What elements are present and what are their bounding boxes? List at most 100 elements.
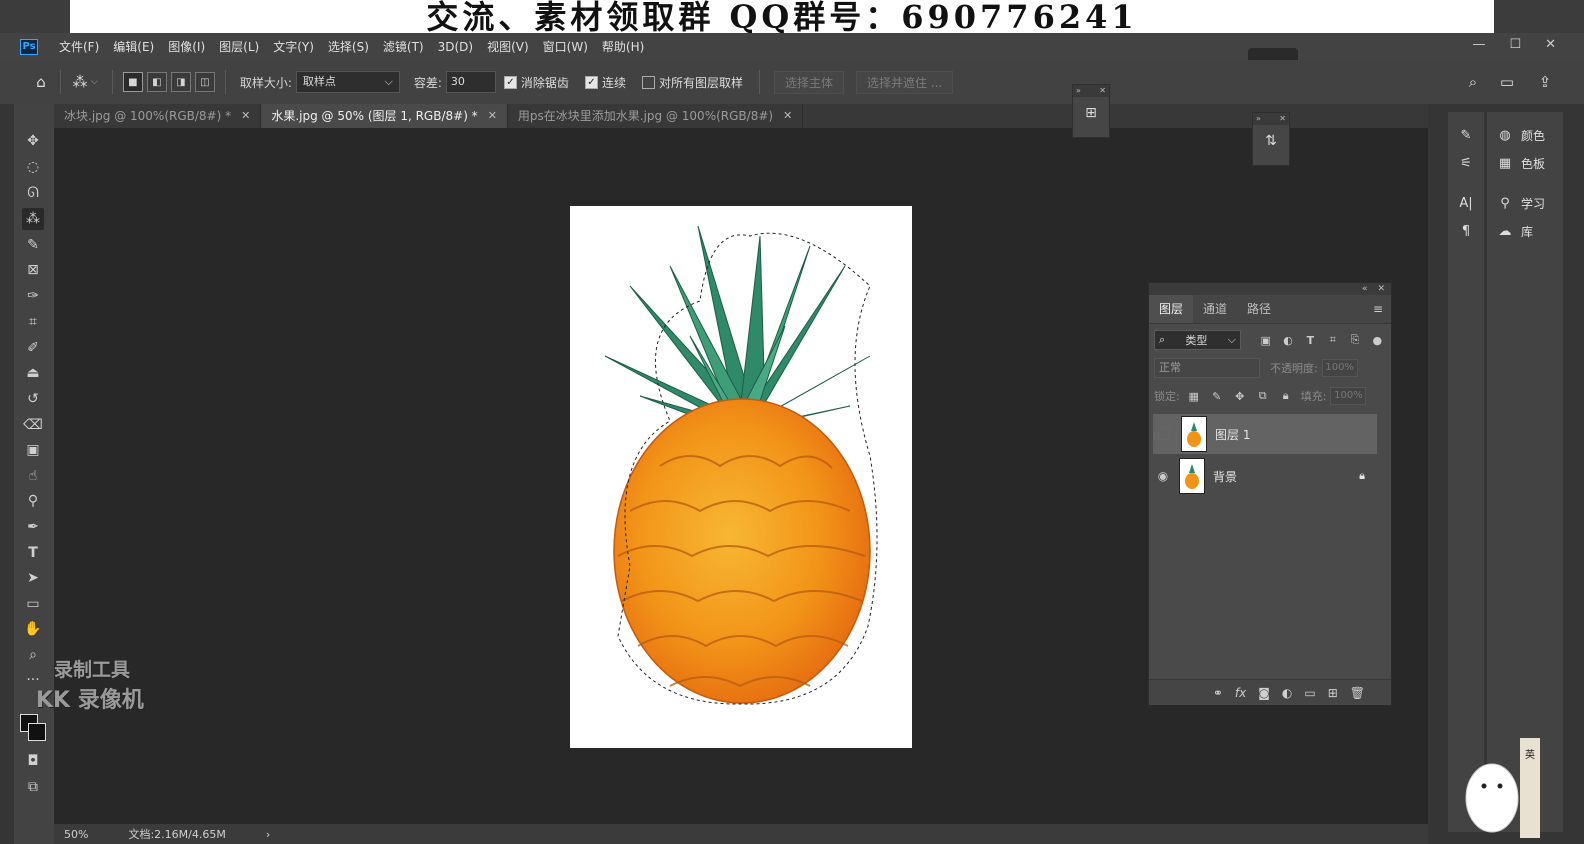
zoom-level[interactable]: 50%: [64, 828, 88, 841]
frame-icon[interactable]: ⊠: [22, 259, 44, 281]
new-layer-icon[interactable]: ⊞: [1328, 686, 1338, 700]
brush-icon[interactable]: ✐: [22, 337, 44, 359]
lock-transparent-icon[interactable]: ▦: [1185, 390, 1203, 403]
path-select-icon[interactable]: ➤: [22, 567, 44, 589]
lock-image-icon[interactable]: ✎: [1208, 390, 1226, 403]
menu-layer[interactable]: 图层(L): [212, 38, 266, 55]
visibility-toggle-off[interactable]: [1158, 428, 1170, 440]
crop-icon[interactable]: ⌗: [22, 311, 44, 333]
background-color-swatch[interactable]: [28, 723, 46, 741]
layer-name[interactable]: 图层 1: [1215, 426, 1250, 443]
sample-size-dropdown[interactable]: 取样点 ⌵: [295, 71, 400, 93]
dodge-icon[interactable]: ⚲: [22, 490, 44, 512]
opacity-input[interactable]: 100%: [1321, 359, 1358, 377]
tab-layers[interactable]: 图层: [1149, 295, 1194, 323]
chevron-down-icon[interactable]: ⌵: [91, 77, 98, 87]
maximize-button[interactable]: ☐: [1509, 37, 1521, 52]
menu-image[interactable]: 图像(I): [161, 38, 212, 55]
search-icon[interactable]: ⌕: [1462, 71, 1484, 93]
menu-select[interactable]: 选择(S): [321, 38, 376, 55]
gradient-icon[interactable]: ▣: [22, 439, 44, 461]
adjustment-layer-icon[interactable]: ◐: [1282, 686, 1292, 700]
paragraph-icon[interactable]: ¶: [1456, 222, 1476, 240]
eyedropper-icon[interactable]: ✑: [22, 285, 44, 307]
swatches-panel-button[interactable]: ▦ 色板: [1495, 154, 1545, 172]
tolerance-input[interactable]: 30: [445, 71, 496, 93]
select-subject-button[interactable]: 选择主体: [773, 70, 844, 94]
layer-name[interactable]: 背景: [1213, 468, 1237, 485]
menu-type[interactable]: 文字(Y): [266, 38, 321, 55]
blend-mode-dropdown[interactable]: 正常: [1154, 358, 1260, 378]
fx-icon[interactable]: fx: [1235, 686, 1246, 700]
lasso-icon[interactable]: ᘏ: [22, 182, 44, 204]
close-icon[interactable]: ✕: [488, 104, 497, 128]
collapse-icon[interactable]: «: [1362, 283, 1368, 295]
trash-icon[interactable]: 🗑︎: [1350, 686, 1365, 700]
add-selection-button[interactable]: ◧: [146, 72, 167, 92]
adjustments-icon[interactable]: ⚟: [1456, 154, 1476, 172]
select-and-mask-button[interactable]: 选择并遮住 ...: [855, 70, 954, 94]
menu-window[interactable]: 窗口(W): [536, 38, 595, 55]
lock-position-icon[interactable]: ✥: [1231, 390, 1249, 403]
close-icon[interactable]: ✕: [1099, 85, 1106, 97]
tab-fruit-doc[interactable]: 水果.jpg @ 50% (图层 1, RGB/8#) * ✕: [261, 104, 508, 128]
eraser-icon[interactable]: ⌫: [22, 414, 44, 436]
menu-edit[interactable]: 编辑(E): [106, 38, 161, 55]
menu-filter[interactable]: 滤镜(T): [376, 38, 431, 55]
expand-icon[interactable]: »: [1076, 85, 1081, 97]
character-icon[interactable]: A|: [1456, 194, 1476, 212]
stamp-icon[interactable]: ⏏: [22, 362, 44, 384]
filter-toggle-icon[interactable]: ●: [1369, 334, 1386, 347]
magic-wand-icon[interactable]: ⁂: [22, 208, 44, 230]
subtract-selection-button[interactable]: ◨: [170, 72, 191, 92]
marquee-icon[interactable]: ◌: [22, 156, 44, 178]
color-panel-button[interactable]: ◍ 颜色: [1495, 126, 1545, 144]
adjustment-filter-icon[interactable]: ◐: [1279, 334, 1296, 347]
smudge-icon[interactable]: ☝: [22, 465, 44, 487]
close-icon[interactable]: ✕: [1279, 113, 1286, 125]
move-icon[interactable]: ✥: [22, 130, 44, 152]
type-icon[interactable]: T: [22, 542, 44, 564]
menu-view[interactable]: 视图(V): [480, 38, 536, 55]
antialias-checkbox[interactable]: ✓ 消除锯齿: [503, 74, 569, 91]
history-icon[interactable]: ⇅: [1253, 133, 1289, 149]
menu-help[interactable]: 帮助(H): [595, 38, 651, 55]
libraries-panel-button[interactable]: ☁ 库: [1495, 222, 1534, 240]
tab-tutorial-doc[interactable]: 用ps在冰块里添加水果.jpg @ 100%(RGB/8#) ✕: [508, 104, 804, 128]
close-icon[interactable]: ✕: [783, 104, 792, 128]
expand-icon[interactable]: »: [1256, 113, 1261, 125]
chevron-right-icon[interactable]: ›: [266, 828, 270, 841]
tab-channels[interactable]: 通道: [1193, 295, 1237, 323]
new-group-icon[interactable]: ▭: [1304, 686, 1315, 700]
shape-filter-icon[interactable]: ⌗: [1324, 333, 1341, 347]
new-selection-button[interactable]: ■: [122, 72, 143, 92]
eye-icon[interactable]: ◉: [1153, 469, 1173, 483]
quick-mask-icon[interactable]: ◘: [22, 750, 44, 772]
share-icon[interactable]: ⇪: [1534, 71, 1556, 93]
layer-row-background[interactable]: ◉ 背景 🔒︎: [1153, 456, 1377, 496]
tab-paths[interactable]: 路径: [1237, 295, 1281, 323]
close-icon[interactable]: ✕: [1377, 283, 1385, 295]
magic-wand-preset-icon[interactable]: ⁂: [69, 71, 91, 93]
properties-icon[interactable]: ⊞: [1073, 105, 1109, 121]
type-filter-icon[interactable]: T: [1302, 334, 1319, 347]
lock-artboard-icon[interactable]: ⧉: [1254, 389, 1272, 403]
home-icon[interactable]: ⌂: [30, 71, 52, 93]
rectangle-icon[interactable]: ▭: [22, 593, 44, 615]
close-icon[interactable]: ✕: [241, 104, 250, 128]
minimize-button[interactable]: —: [1472, 37, 1485, 52]
layer-row-layer1[interactable]: 图层 1: [1153, 414, 1377, 454]
close-button[interactable]: ✕: [1545, 37, 1556, 52]
brush-settings-icon[interactable]: ✎: [1456, 126, 1476, 144]
menu-3d[interactable]: 3D(D): [431, 40, 480, 54]
sample-all-layers-checkbox[interactable]: 对所有图层取样: [641, 74, 743, 91]
menu-file[interactable]: 文件(F): [52, 38, 106, 55]
tab-ice-doc[interactable]: 冰块.jpg @ 100%(RGB/8#) * ✕: [54, 104, 262, 128]
add-mask-icon[interactable]: ◙: [1258, 686, 1270, 700]
workspace-icon[interactable]: ▭: [1496, 71, 1518, 93]
pixel-filter-icon[interactable]: ▣: [1257, 334, 1274, 347]
lock-all-icon[interactable]: 🔒︎: [1277, 389, 1295, 403]
hand-icon[interactable]: ✋: [22, 618, 44, 640]
smart-object-filter-icon[interactable]: ⎘: [1346, 333, 1363, 347]
link-layers-icon[interactable]: ⚭: [1213, 686, 1223, 700]
